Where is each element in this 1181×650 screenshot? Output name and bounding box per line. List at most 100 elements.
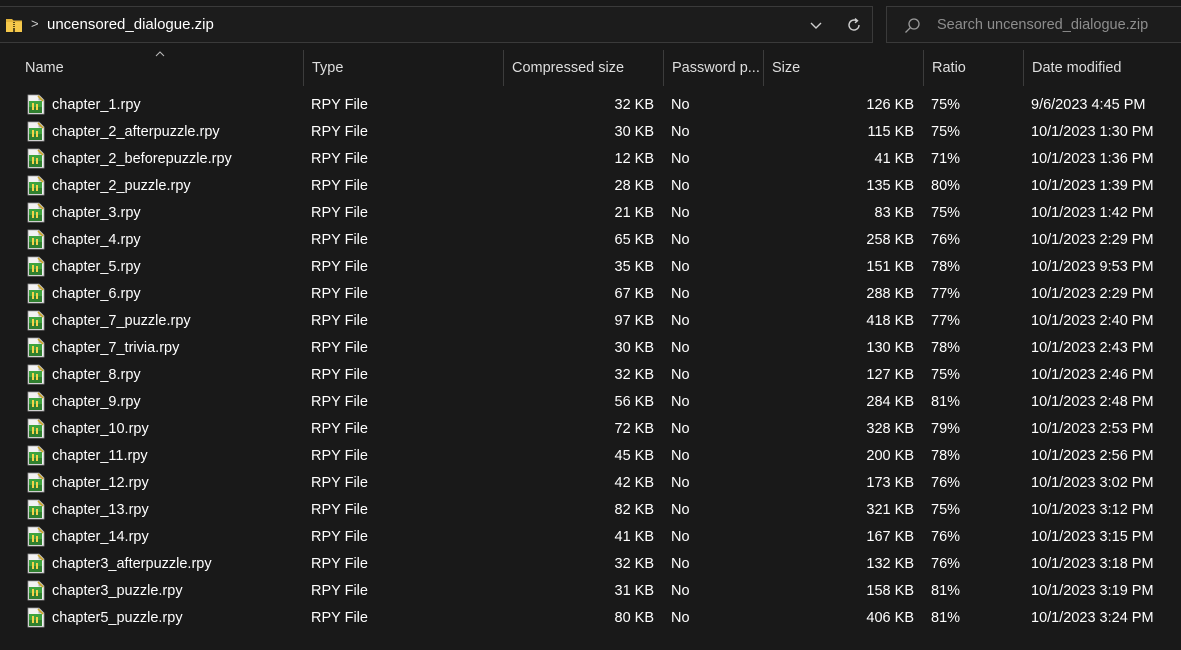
address-bar[interactable]: > uncensored_dialogue.zip [0, 6, 873, 43]
rpy-file-icon [27, 121, 45, 142]
file-name: chapter_7_trivia.rpy [52, 340, 180, 356]
file-compressed-size: 67 KB [614, 286, 655, 302]
rpy-file-icon [27, 256, 45, 277]
rpy-file-icon [27, 391, 45, 412]
file-date-modified: 10/1/2023 1:30 PM [1031, 124, 1154, 140]
file-size: 135 KB [866, 178, 914, 194]
rpy-file-icon [27, 418, 45, 439]
file-row[interactable]: chapter_9.rpy RPY File 56 KB No 284 KB 81% 10/… [0, 389, 1181, 416]
file-row[interactable]: chapter_2_beforepuzzle.rpy RPY File 12 KB N… [0, 146, 1181, 173]
rpy-file-icon [27, 229, 45, 250]
file-size: 41 KB [874, 151, 915, 167]
file-size: 284 KB [866, 394, 914, 410]
zip-folder-icon [6, 19, 22, 32]
rpy-file-icon [27, 580, 45, 601]
file-row[interactable]: chapter_2_puzzle.rpy RPY File 28 KB No 135 K… [0, 173, 1181, 200]
file-row[interactable]: chapter_4.rpy RPY File 65 KB No 258 KB 76% 10/… [0, 227, 1181, 254]
file-date-modified: 10/1/2023 1:42 PM [1031, 205, 1154, 221]
column-header-name[interactable]: Name [17, 50, 303, 86]
file-row[interactable]: chapter_5.rpy RPY File 35 KB No 151 KB 78% 10/… [0, 254, 1181, 281]
column-header-size[interactable]: Size [763, 50, 923, 86]
file-ratio: 78% [931, 259, 961, 275]
file-compressed-size: 45 KB [614, 448, 655, 464]
file-ratio: 81% [931, 394, 961, 410]
file-date-modified: 10/1/2023 1:36 PM [1031, 151, 1154, 167]
file-name: chapter5_puzzle.rpy [52, 610, 183, 626]
file-ratio: 76% [931, 529, 961, 545]
file-row[interactable]: chapter3_puzzle.rpy RPY File 31 KB No 158 KB… [0, 578, 1181, 605]
file-row[interactable]: chapter3_afterpuzzle.rpy RPY File 32 KB No 1… [0, 551, 1181, 578]
file-date-modified: 10/1/2023 2:29 PM [1031, 286, 1154, 302]
file-ratio: 81% [931, 610, 961, 626]
file-row[interactable]: chapter_13.rpy RPY File 82 KB No 321 KB 75% 10… [0, 497, 1181, 524]
file-compressed-size: 32 KB [614, 97, 655, 113]
file-type: RPY File [311, 340, 368, 356]
file-row[interactable]: chapter5_puzzle.rpy RPY File 80 KB No 406 KB… [0, 605, 1181, 632]
file-password-protected: No [671, 259, 690, 275]
file-row[interactable]: chapter_10.rpy RPY File 72 KB No 328 KB 79% 10… [0, 416, 1181, 443]
file-type: RPY File [311, 421, 368, 437]
breadcrumb-separator-icon[interactable]: > [31, 16, 39, 31]
file-password-protected: No [671, 313, 690, 329]
file-name: chapter3_puzzle.rpy [52, 583, 183, 599]
file-date-modified: 10/1/2023 3:02 PM [1031, 475, 1154, 491]
file-row[interactable]: chapter_1.rpy RPY File 32 KB No 126 KB 75% 9/6… [0, 92, 1181, 119]
search-input[interactable] [937, 15, 1172, 35]
file-type: RPY File [311, 178, 368, 194]
search-box[interactable] [886, 6, 1181, 43]
file-ratio: 77% [931, 313, 961, 329]
file-password-protected: No [671, 232, 690, 248]
column-header-type[interactable]: Type [303, 50, 503, 86]
file-password-protected: No [671, 124, 690, 140]
file-date-modified: 10/1/2023 2:56 PM [1031, 448, 1154, 464]
file-date-modified: 10/1/2023 3:19 PM [1031, 583, 1154, 599]
file-type: RPY File [311, 313, 368, 329]
refresh-icon[interactable] [845, 16, 863, 34]
file-row[interactable]: chapter_12.rpy RPY File 42 KB No 173 KB 76% 10… [0, 470, 1181, 497]
navigation-bar: > uncensored_dialogue.zip [0, 0, 1181, 50]
file-name: chapter_6.rpy [52, 286, 141, 302]
file-type: RPY File [311, 286, 368, 302]
file-row[interactable]: chapter_2_afterpuzzle.rpy RPY File 30 KB No… [0, 119, 1181, 146]
column-header-password[interactable]: Password p... [663, 50, 763, 86]
file-compressed-size: 30 KB [614, 124, 655, 140]
file-password-protected: No [671, 583, 690, 599]
rpy-file-icon [27, 94, 45, 115]
rpy-file-icon [27, 553, 45, 574]
file-password-protected: No [671, 286, 690, 302]
file-row[interactable]: chapter_3.rpy RPY File 21 KB No 83 KB 75% 10/1… [0, 200, 1181, 227]
file-ratio: 75% [931, 502, 961, 518]
file-type: RPY File [311, 610, 368, 626]
file-name: chapter_2_puzzle.rpy [52, 178, 191, 194]
file-size: 328 KB [866, 421, 914, 437]
file-compressed-size: 41 KB [614, 529, 655, 545]
column-header-date-modified[interactable]: Date modified [1023, 50, 1181, 86]
file-row[interactable]: chapter_6.rpy RPY File 67 KB No 288 KB 77% 10/… [0, 281, 1181, 308]
file-ratio: 75% [931, 205, 961, 221]
file-row[interactable]: chapter_14.rpy RPY File 41 KB No 167 KB 76% 10… [0, 524, 1181, 551]
rpy-file-icon [27, 607, 45, 628]
file-password-protected: No [671, 502, 690, 518]
column-header-compressed-size[interactable]: Compressed size [503, 50, 663, 86]
file-date-modified: 10/1/2023 3:24 PM [1031, 610, 1154, 626]
file-size: 406 KB [866, 610, 914, 626]
file-row[interactable]: chapter_7_puzzle.rpy RPY File 97 KB No 418 K… [0, 308, 1181, 335]
file-ratio: 71% [931, 151, 961, 167]
file-row[interactable]: chapter_11.rpy RPY File 45 KB No 200 KB 78% 10… [0, 443, 1181, 470]
file-type: RPY File [311, 502, 368, 518]
file-row[interactable]: chapter_7_trivia.rpy RPY File 30 KB No 130 K… [0, 335, 1181, 362]
file-date-modified: 10/1/2023 3:15 PM [1031, 529, 1154, 545]
file-row[interactable]: chapter_8.rpy RPY File 32 KB No 127 KB 75% 10/… [0, 362, 1181, 389]
file-password-protected: No [671, 205, 690, 221]
column-header-ratio[interactable]: Ratio [923, 50, 1023, 86]
file-size: 130 KB [866, 340, 914, 356]
breadcrumb-current[interactable]: uncensored_dialogue.zip [47, 16, 214, 33]
rpy-file-icon [27, 175, 45, 196]
file-size: 418 KB [866, 313, 914, 329]
file-password-protected: No [671, 367, 690, 383]
file-password-protected: No [671, 610, 690, 626]
chevron-down-icon[interactable] [808, 17, 824, 33]
file-compressed-size: 72 KB [614, 421, 655, 437]
file-name: chapter_8.rpy [52, 367, 141, 383]
file-compressed-size: 32 KB [614, 556, 655, 572]
